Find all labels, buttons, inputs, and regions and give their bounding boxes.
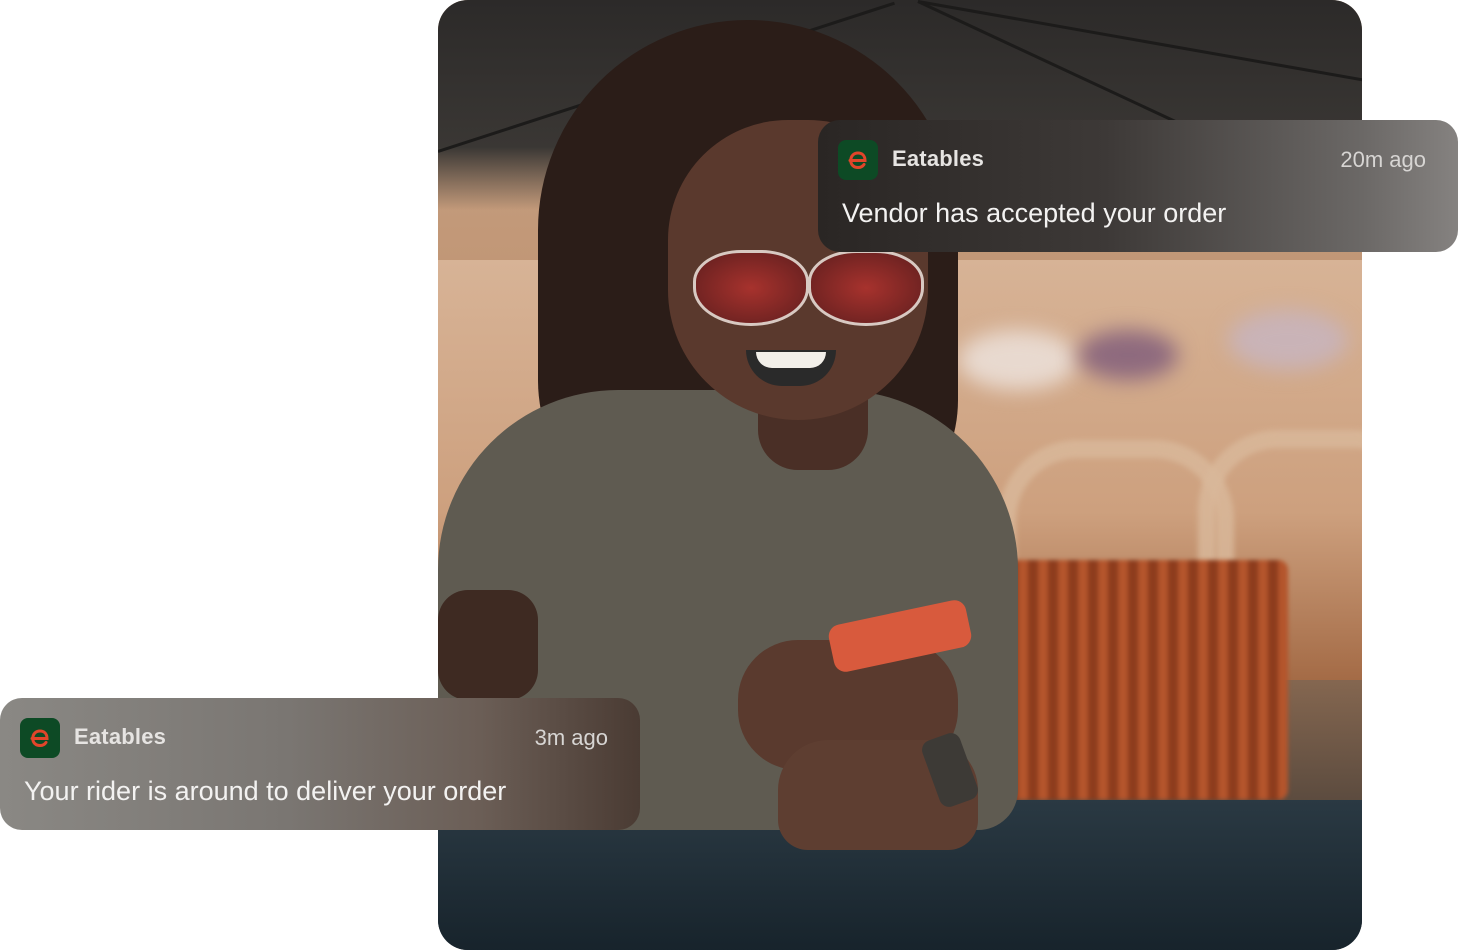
notification-app-name: Eatables — [74, 724, 167, 749]
notification-card[interactable]: Eatables 3m ago Your rider is around to … — [0, 698, 640, 830]
photo-sunglasses-lens — [808, 250, 924, 326]
notification-message: Your rider is around to deliver your ord… — [24, 776, 507, 806]
notification-time: 3m ago — [534, 725, 608, 750]
notification-card[interactable]: Eatables 20m ago Vendor has accepted you… — [818, 120, 1458, 252]
photo-bokeh — [1078, 330, 1178, 380]
notification-time: 20m ago — [1340, 147, 1426, 172]
eatables-logo-icon — [20, 718, 60, 758]
photo-teeth — [756, 352, 826, 368]
photo-sunglasses-lens — [693, 250, 809, 326]
photo-bokeh — [958, 330, 1078, 390]
notification-app-name: Eatables — [892, 146, 985, 171]
photo-arm — [438, 590, 538, 700]
photo-bokeh — [1228, 310, 1348, 370]
photo-wicker-chair — [978, 560, 1288, 800]
photo-chair — [1198, 430, 1362, 578]
eatables-logo-icon — [838, 140, 878, 180]
notification-message: Vendor has accepted your order — [842, 198, 1227, 228]
